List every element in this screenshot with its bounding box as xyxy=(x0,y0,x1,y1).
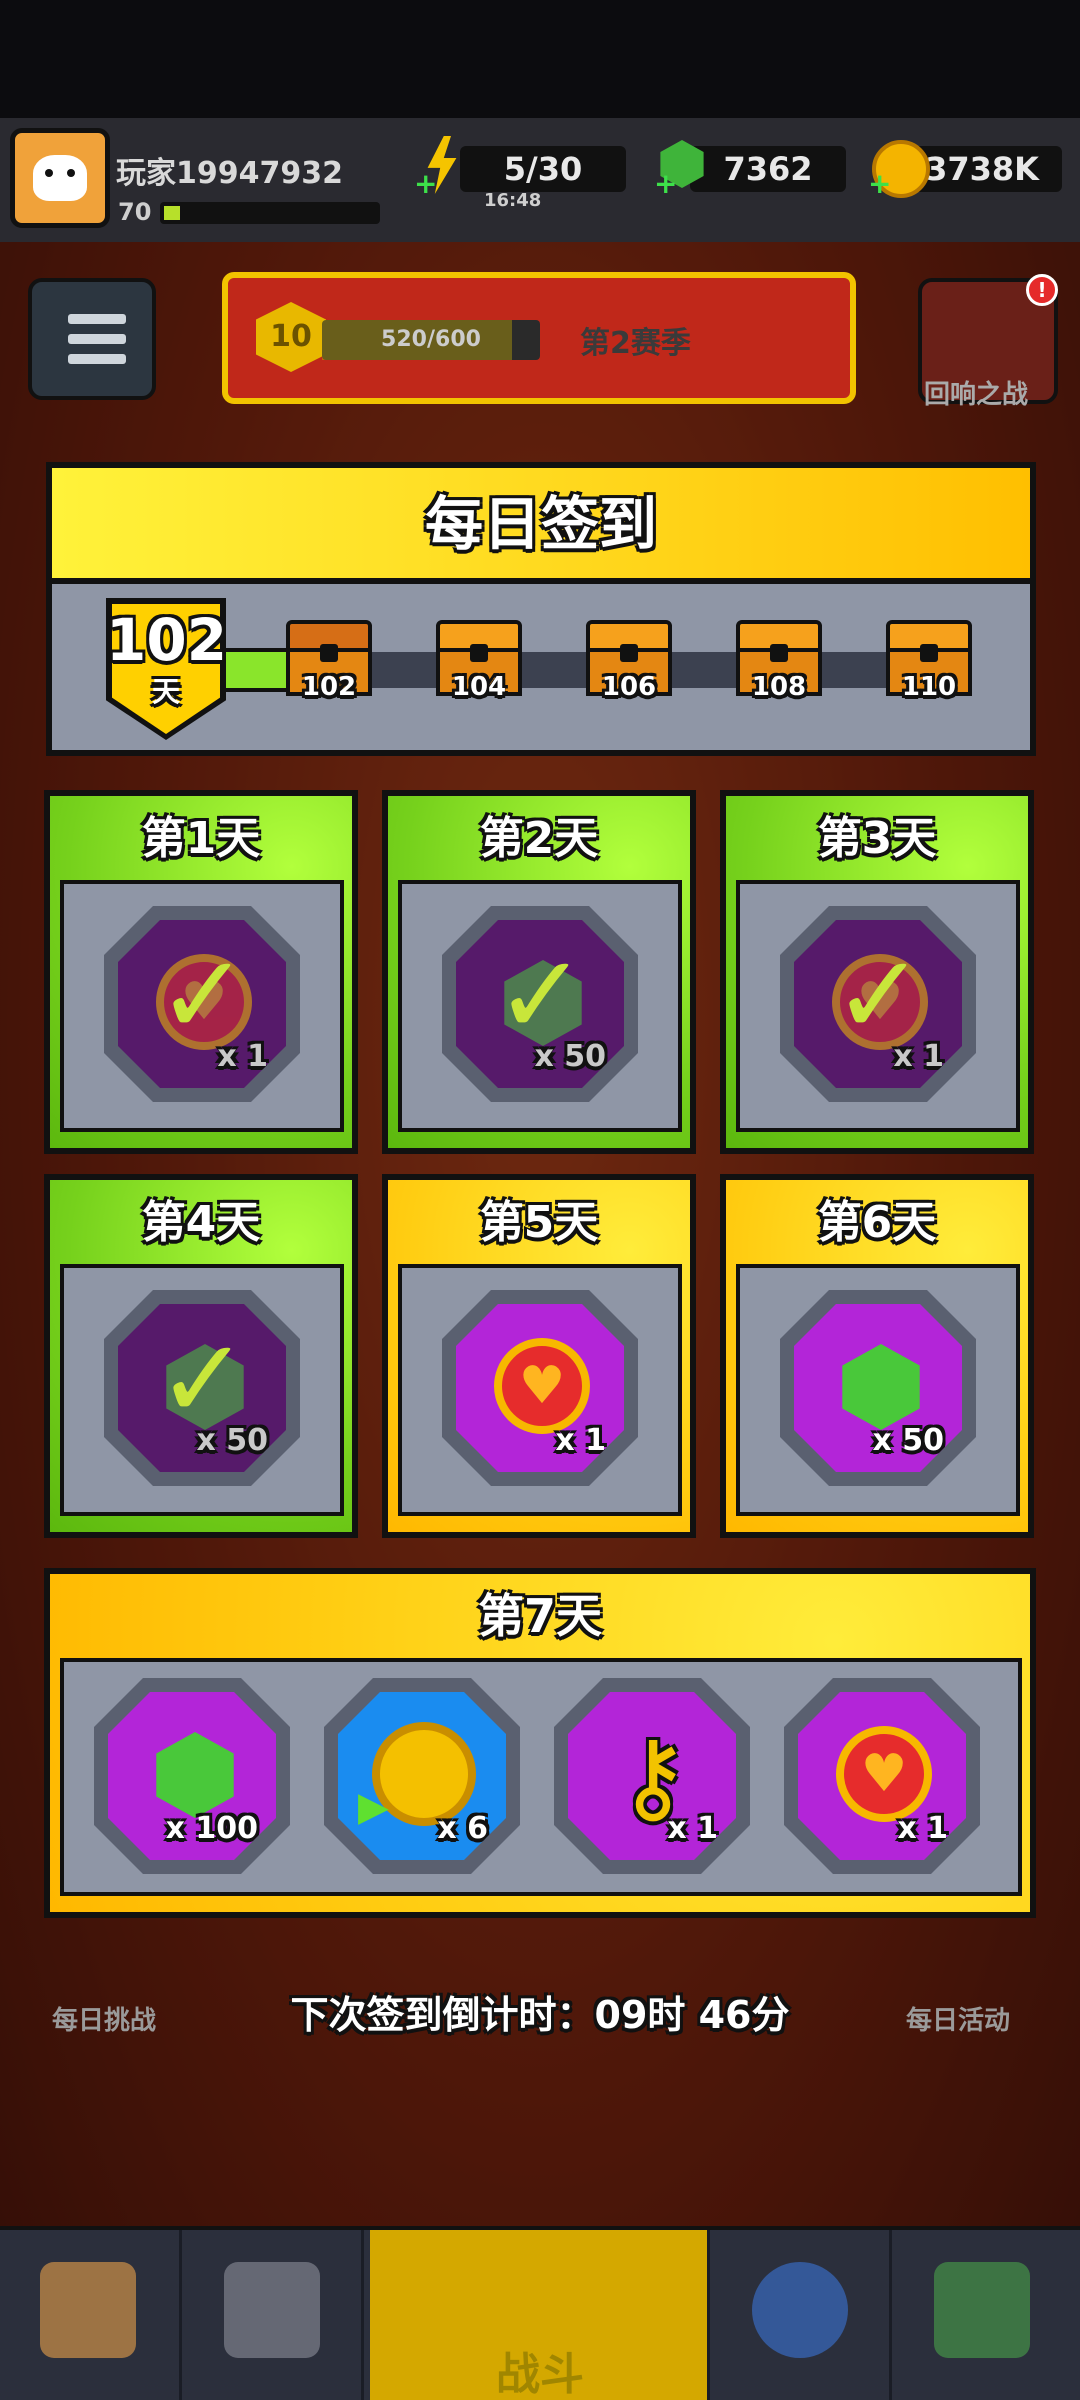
player-name: 玩家19947932 xyxy=(116,156,343,191)
weapon-icon xyxy=(224,2262,320,2358)
talent-icon xyxy=(752,2262,848,2358)
player-level: 70 xyxy=(118,198,152,226)
gem-icon xyxy=(156,1732,234,1818)
reward-qty: x 1 xyxy=(217,1039,268,1074)
reward-qty: x 1 xyxy=(897,1811,948,1846)
heart-icon xyxy=(836,1726,932,1822)
milestone-chest-5[interactable]: 110 xyxy=(886,620,972,702)
daily-signin-header: 每日签到 xyxy=(46,462,1036,580)
reward-qty: x 100 xyxy=(165,1811,258,1846)
check-icon: ✓ xyxy=(156,1315,250,1443)
day-title: 第4天 xyxy=(141,1197,261,1248)
milestone-chest-3[interactable]: 106 xyxy=(586,620,672,702)
check-icon: ✓ xyxy=(494,931,588,1059)
season-name: 第2赛季 xyxy=(580,326,691,361)
check-icon: ✓ xyxy=(832,931,926,1059)
battle-tab-label: 战斗 xyxy=(496,2349,584,2400)
day-title: 第3天 xyxy=(817,813,937,864)
milestone-chest-1[interactable]: 102 xyxy=(286,620,372,702)
player-avatar[interactable] xyxy=(10,128,110,228)
player-xp-bar xyxy=(160,202,380,224)
energy-timer: 16:48 xyxy=(484,190,542,211)
day-title: 第6天 xyxy=(817,1197,937,1248)
day-title: 第5天 xyxy=(479,1197,599,1248)
energy-counter: 5/30 xyxy=(460,146,626,192)
reward-qty: x 50 xyxy=(534,1039,606,1074)
streak-unit: 天 xyxy=(151,675,180,708)
menu-button[interactable] xyxy=(28,278,156,400)
day-card-1[interactable]: 第1天 ✓ x 1 xyxy=(44,790,358,1154)
day-card-5[interactable]: 第5天 x 1 xyxy=(382,1174,696,1538)
reward-qty: x 50 xyxy=(196,1423,268,1458)
day-card-7[interactable]: 第7天 x 100 x 6 ⚷ x 1 x 1 xyxy=(44,1568,1036,1918)
day-title: 第1天 xyxy=(141,813,261,864)
daily-activity-label[interactable]: 每日活动 xyxy=(906,2000,1010,2037)
day-card-6[interactable]: 第6天 x 50 xyxy=(720,1174,1034,1538)
season-progress-text: 520/600 xyxy=(381,327,481,352)
reward-qty: x 1 xyxy=(893,1039,944,1074)
day-card-2[interactable]: 第2天 ✓ x 50 xyxy=(382,790,696,1154)
daily-challenge-label[interactable]: 每日挑战 xyxy=(52,2000,156,2037)
day-card-3[interactable]: 第3天 ✓ x 1 xyxy=(720,790,1034,1154)
reward-qty: x 50 xyxy=(872,1423,944,1458)
modal-title: 每日签到 xyxy=(424,490,657,558)
echo-battle-badge: ! xyxy=(1026,274,1058,306)
milestone-chest-2[interactable]: 104 xyxy=(436,620,522,702)
reward-qty: x 6 xyxy=(437,1811,488,1846)
day-title: 第7天 xyxy=(477,1589,602,1643)
gem-add-icon[interactable]: + xyxy=(654,136,712,198)
echo-battle-label: 回响之战 xyxy=(924,380,1029,410)
reward-qty: x 1 xyxy=(667,1811,718,1846)
heart-icon xyxy=(494,1338,590,1434)
day-card-4[interactable]: 第4天 ✓ x 50 xyxy=(44,1174,358,1538)
milestone-chest-4[interactable]: 108 xyxy=(736,620,822,702)
gem-icon xyxy=(842,1344,920,1430)
shop-icon xyxy=(40,2262,136,2358)
streak-count: 102 xyxy=(106,606,228,674)
day-title: 第2天 xyxy=(479,813,599,864)
coin-add-icon[interactable]: + xyxy=(868,136,930,198)
evolve-icon xyxy=(934,2262,1030,2358)
reward-qty: x 1 xyxy=(555,1423,606,1458)
check-icon: ✓ xyxy=(156,931,250,1059)
energy-icon[interactable]: + xyxy=(414,136,472,198)
gem-counter: 7362 xyxy=(690,146,846,192)
season-progress-bar: 520/600 xyxy=(322,320,540,360)
